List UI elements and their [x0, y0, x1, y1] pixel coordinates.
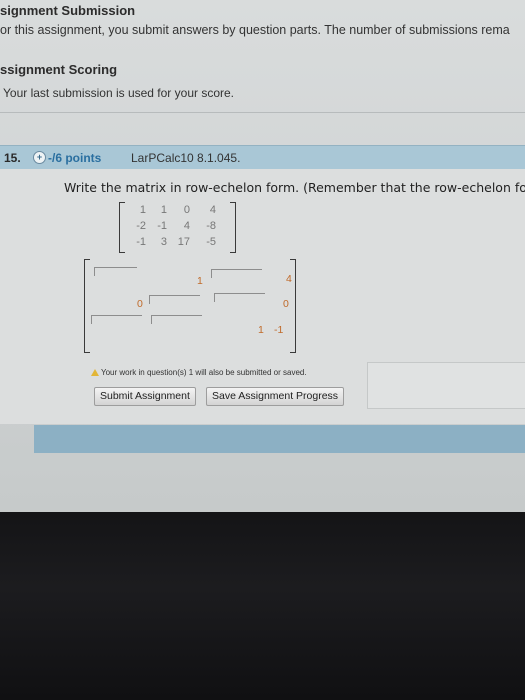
answer-value: -1: [274, 324, 284, 336]
matrix-cell: -1: [157, 220, 167, 232]
question-source: LarPCalc10 8.1.045.: [131, 151, 241, 165]
side-panel: [367, 362, 525, 409]
points-link[interactable]: -/6 points: [48, 151, 101, 165]
answer-input[interactable]: [151, 315, 202, 324]
notice: Your work in question(s) 1 will also be …: [91, 368, 307, 377]
answer-value: 4: [286, 273, 292, 285]
submit-assignment-button[interactable]: Submit Assignment: [94, 387, 196, 406]
matrix-cell: 4: [183, 220, 190, 232]
answer-input[interactable]: [94, 267, 137, 276]
monitor-screen: signment Submission or this assignment, …: [0, 0, 525, 512]
submission-description: or this assignment, you submit answers b…: [0, 23, 510, 37]
divider: [0, 112, 525, 113]
matrix-cell: 1: [139, 204, 146, 216]
footer-bar: [34, 425, 525, 453]
answer-input[interactable]: [214, 293, 265, 302]
expand-plus-icon[interactable]: +: [33, 151, 46, 164]
matrix-cell: 0: [183, 204, 190, 216]
answer-input[interactable]: [211, 269, 262, 278]
question-body: Write the matrix in row-echelon form. (R…: [0, 169, 525, 424]
matrix-cell: -8: [206, 220, 216, 232]
answer-input[interactable]: [91, 315, 142, 324]
answer-value: 1: [258, 324, 264, 336]
question-prompt: Write the matrix in row-echelon form. (R…: [64, 180, 525, 195]
matrix-cell: -1: [136, 236, 146, 248]
matrix-cell: 17: [177, 236, 190, 248]
notice-text: Your work in question(s) 1 will also be …: [101, 368, 307, 377]
scoring-description: Your last submission is used for your sc…: [3, 86, 234, 100]
assignment-submission-heading: signment Submission: [0, 3, 136, 18]
right-bracket: [230, 202, 236, 253]
answer-value: 1: [197, 275, 203, 287]
question-number: 15.: [4, 151, 21, 165]
matrix-cell: 1: [160, 204, 167, 216]
answer-left-bracket: [84, 259, 90, 353]
answer-value: 0: [283, 298, 289, 310]
save-assignment-progress-button[interactable]: Save Assignment Progress: [206, 387, 345, 406]
left-bracket: [119, 202, 125, 253]
matrix-cell: -5: [206, 236, 216, 248]
matrix-cell: 4: [209, 204, 216, 216]
question-header-bar: 15. + -/6 points LarPCalc10 8.1.045.: [0, 145, 525, 170]
matrix-cell: -2: [136, 220, 146, 232]
matrix-cell: 3: [160, 236, 167, 248]
answer-value: 0: [137, 298, 143, 310]
warning-icon: [91, 369, 99, 376]
answer-input[interactable]: [149, 295, 200, 304]
monitor-bezel: [0, 512, 525, 700]
assignment-scoring-heading: ssignment Scoring: [0, 62, 118, 77]
